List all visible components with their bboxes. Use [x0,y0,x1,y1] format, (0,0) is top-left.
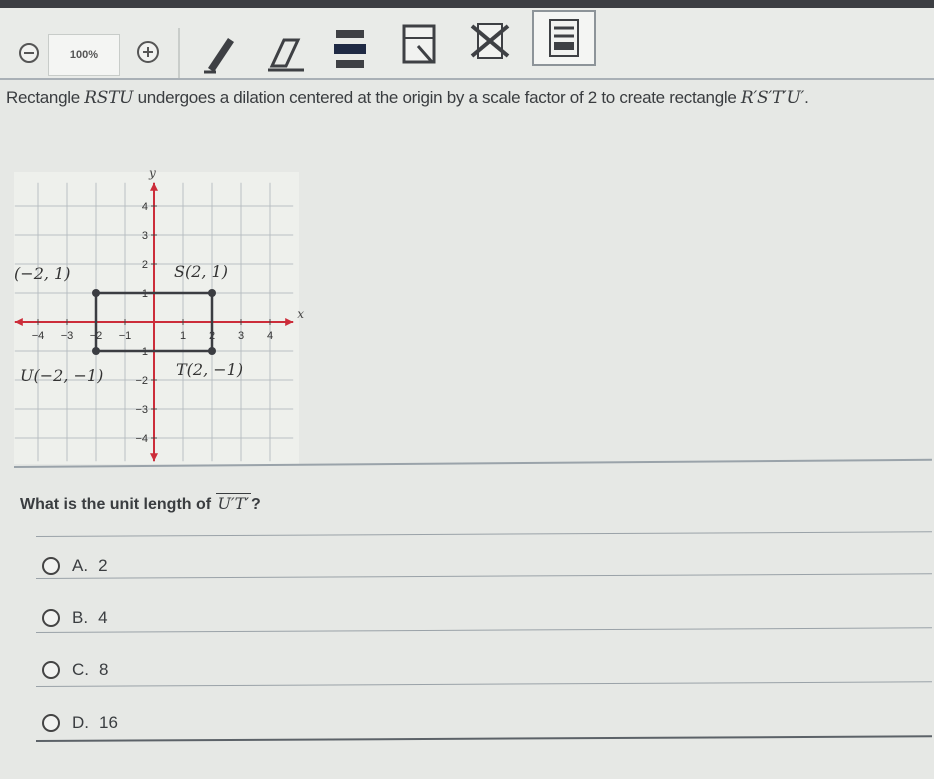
point-t-label: T(2, −1) [176,360,243,379]
x-tick-label: −1 [119,330,132,342]
zoom-in-icon [137,41,159,63]
prompt-image-name: R′S′T′U′ [740,88,805,108]
point-s [208,289,216,297]
toolbar: 100% [0,8,934,80]
segment-label: U′T′ [215,493,251,513]
point-u-label: U(−2, −1) [20,366,103,385]
point-r [92,289,100,297]
zoom-out-button[interactable] [18,42,40,64]
x-tick-label: 1 [180,330,186,342]
y-tick-label: −3 [135,404,148,416]
top-bar [0,0,934,8]
y-tick-label: 4 [142,201,148,213]
radio-button-a[interactable] [42,557,60,575]
divider [35,573,932,579]
divider [35,531,932,537]
choice-c[interactable]: C. 8 [42,650,108,690]
answer-masking-icon [402,24,436,64]
question-after: ? [250,496,261,513]
notepad-icon [549,19,579,57]
choice-d[interactable]: D. 16 [42,703,118,743]
line-reader-icon [334,30,366,68]
answer-masking-button[interactable] [392,18,448,72]
divider [35,681,932,687]
pencil-button[interactable] [196,30,246,76]
choice-letter: D. [72,713,89,732]
coordinate-plane: xy−4−3−2−112344321−1−2−3−4R(−2, 1)S(2, 1… [1,166,304,464]
choice-value: 2 [98,556,108,575]
divider [35,627,932,633]
zoom-level: 100% [48,34,120,76]
radio-button-c[interactable] [42,661,60,679]
y-axis-label: y [148,166,156,180]
radio-button-d[interactable] [42,714,60,732]
zoom-out-icon [19,43,39,63]
zoom-in-button[interactable] [136,40,160,64]
y-tick-label: 2 [142,259,148,271]
choice-letter: C. [72,660,89,679]
x-axis-label: x [297,307,304,321]
x-tick-label: −3 [61,330,74,342]
pencil-icon [204,38,234,74]
x-tick-label: 3 [238,330,244,342]
question-text: What is the unit length of U′T′? [20,493,261,514]
line-reader-button[interactable] [326,24,374,74]
eraser-button[interactable] [262,30,310,76]
choice-a[interactable]: A. 2 [42,546,108,586]
prompt-rectangle-name: RSTU [84,88,134,108]
question-before: What is the unit length of [20,496,216,513]
choice-letter: B. [72,608,89,627]
prompt-text-middle: undergoes a dilation centered at the ori… [133,88,741,107]
eliminate-choice-icon [470,23,510,59]
prompt-text-before: Rectangle [6,88,85,107]
y-tick-label: −4 [135,433,148,445]
y-tick-label: 3 [142,230,148,242]
choice-value: 4 [98,608,108,627]
prompt-text-after: . [804,88,809,107]
choice-value: 16 [99,713,118,732]
choice-value: 8 [99,660,109,679]
x-tick-label: 4 [267,330,273,342]
point-s-label: S(2, 1) [174,262,228,281]
question-prompt: Rectangle RSTU undergoes a dilation cent… [6,88,932,108]
notepad-button[interactable] [532,10,596,66]
point-r-label: R(−2, 1) [14,264,70,283]
graph-background [14,172,299,464]
point-u [92,347,100,355]
x-tick-label: −4 [32,330,45,342]
eliminate-choice-button[interactable] [464,18,518,64]
choice-letter: A. [72,556,89,575]
divider [35,735,932,742]
radio-button-b[interactable] [42,609,60,627]
y-tick-label: −2 [135,375,148,387]
point-t [208,347,216,355]
eraser-icon [268,38,304,72]
coordinate-graph: xy−4−3−2−112344321−1−2−3−4R(−2, 1)S(2, 1… [1,160,304,475]
